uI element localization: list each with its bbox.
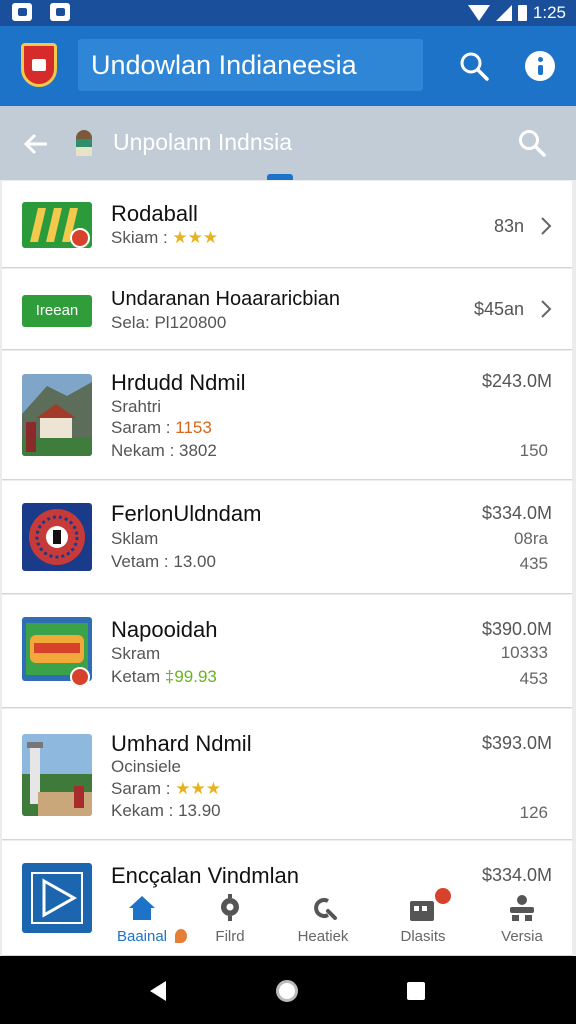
notification-badge-icon	[432, 885, 454, 907]
location-pin-icon	[221, 894, 239, 921]
home-icon	[129, 896, 155, 920]
item-detail: Saram : 1153	[111, 418, 212, 437]
app-bar: Undowlan Indianeesia	[0, 26, 576, 106]
nav-item-home[interactable]: Baainal	[97, 885, 187, 955]
flag-icon	[76, 130, 92, 156]
list-item[interactable]: FerlonUldndam Sklam Vetam : 13.00 $334.0…	[2, 481, 572, 594]
app-logo	[21, 43, 57, 87]
signal-icon	[495, 5, 512, 21]
item-name: FerlonUldndam	[111, 501, 262, 526]
item-count: 126	[519, 803, 548, 822]
item-detail: Kekam : 13.90	[111, 801, 221, 820]
star-rating-icon: ★★★	[175, 779, 221, 798]
item-name: Undaranan Hoaararicbian	[111, 288, 341, 310]
home-button-icon[interactable]	[276, 980, 298, 1002]
item-thumbnail	[22, 734, 92, 816]
nav-label: Heatiek	[297, 928, 349, 945]
nav-label: Dlasits	[400, 928, 446, 945]
item-detail: Nekam : 3802	[111, 441, 217, 460]
item-subtitle: Sela: Pl120800	[111, 313, 227, 332]
wifi-icon	[467, 5, 490, 21]
badge-icon	[70, 228, 90, 248]
badge-icon	[70, 667, 90, 687]
back-arrow-icon[interactable]	[22, 130, 50, 158]
item-thumbnail: Ireean	[22, 295, 92, 327]
nav-item-details[interactable]: Dlasits	[378, 885, 468, 955]
notification-icon	[12, 3, 32, 21]
nav-label: Versia	[501, 928, 543, 945]
item-count: 435	[519, 554, 548, 573]
tab-indicator	[267, 174, 293, 180]
list-item[interactable]: Rodaball Skiam : ★★★ 83n	[2, 181, 572, 268]
nav-label: Baainal	[116, 928, 168, 945]
search-header: Unpolann Indnsia	[0, 106, 576, 180]
list-item[interactable]: Ireean Undaranan Hoaararicbian Sela: Pl1…	[2, 269, 572, 350]
search-icon[interactable]	[517, 128, 547, 158]
item-subtitle: Srahtri	[111, 397, 162, 416]
bottom-navigation: Baainal Filrd Heatiek Dlasits Versia	[2, 885, 572, 955]
star-rating-icon: ★★★	[172, 228, 219, 247]
item-name: Rodaball	[111, 201, 198, 226]
item-name: Umhard Ndmil	[111, 731, 252, 756]
nav-item-link[interactable]: Heatiek	[278, 885, 368, 955]
item-rating: Saram : ★★★	[111, 779, 221, 798]
status-bar: 1:25	[0, 0, 576, 26]
clock: 1:25	[532, 3, 566, 22]
item-count: 453	[519, 669, 548, 688]
item-subtitle: Sklam	[111, 529, 159, 548]
item-price: $334.0M	[481, 865, 552, 885]
list-item[interactable]: Napooidah Skram Ketam ‡99.93 $390.0M 103…	[2, 595, 572, 708]
link-icon	[314, 898, 337, 920]
item-price: $243.0M	[481, 371, 552, 391]
item-price: 83n	[493, 216, 524, 236]
item-name: Hrdudd Ndmil	[111, 370, 246, 395]
info-icon[interactable]	[525, 51, 555, 81]
item-meta: 08ra	[513, 529, 548, 548]
item-subtitle: Skram	[111, 644, 161, 663]
item-thumbnail	[22, 503, 92, 571]
search-icon[interactable]	[458, 50, 490, 82]
recent-apps-icon[interactable]	[407, 982, 425, 1000]
item-detail: Ketam ‡99.93	[111, 667, 217, 686]
chevron-right-icon[interactable]	[540, 299, 552, 319]
nav-item-version[interactable]: Versia	[477, 885, 567, 955]
item-name: Napooidah	[111, 617, 218, 642]
list-item[interactable]: Hrdudd Ndmil Srahtri Saram : 1153 Nekam …	[2, 351, 572, 480]
item-detail: Vetam : 13.00	[111, 552, 216, 571]
item-rating: Skiam : ★★★	[111, 228, 219, 247]
chevron-right-icon[interactable]	[540, 216, 552, 236]
search-header-title[interactable]: Unpolann Indnsia	[113, 129, 292, 156]
person-group-icon	[510, 895, 534, 921]
system-navigation-bar	[0, 956, 576, 1024]
item-count: 150	[519, 441, 548, 460]
back-icon[interactable]	[150, 981, 166, 1001]
item-subtitle: Ocinsiele	[111, 757, 181, 776]
nav-label: Filrd	[215, 928, 245, 945]
list-item[interactable]: Umhard Ndmil Ocinsiele Saram : ★★★ Kekam…	[2, 709, 572, 840]
item-price: $45an	[473, 299, 524, 319]
battery-icon	[517, 5, 527, 21]
nav-item-find[interactable]: Filrd	[185, 885, 275, 955]
app-title[interactable]: Undowlan Indianeesia	[78, 39, 423, 91]
item-thumbnail	[22, 374, 92, 456]
item-meta: 10333	[500, 643, 548, 662]
item-price: $334.0M	[481, 503, 552, 523]
item-price: $393.0M	[481, 733, 552, 753]
item-price: $390.0M	[481, 619, 552, 639]
notification-icon	[50, 3, 70, 21]
